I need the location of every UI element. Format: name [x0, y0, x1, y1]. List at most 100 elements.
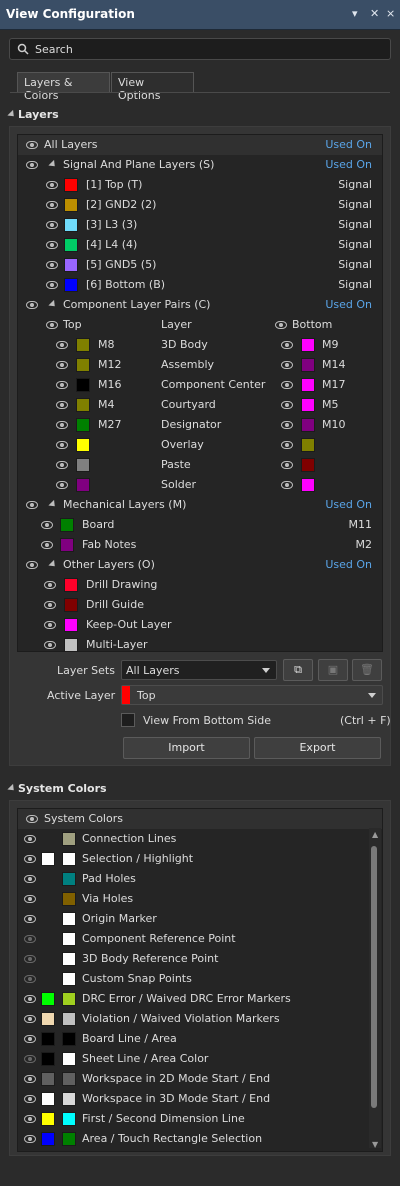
used-on-header[interactable]: Used On — [325, 558, 372, 571]
primary-color-swatch[interactable] — [41, 992, 55, 1006]
top-color-swatch[interactable] — [76, 378, 90, 392]
expand-icon[interactable] — [48, 159, 58, 170]
secondary-color-swatch[interactable] — [62, 972, 76, 986]
eye-icon[interactable] — [56, 421, 68, 429]
system-color-row[interactable]: Custom Snap Points — [18, 969, 368, 989]
signal-layer-row[interactable]: [5] GND5 (5) Signal — [18, 255, 382, 275]
eye-icon[interactable] — [46, 181, 58, 189]
eye-icon[interactable] — [56, 341, 68, 349]
layer-color-swatch[interactable] — [64, 178, 78, 192]
used-on-header[interactable]: Used On — [325, 298, 372, 311]
eye-icon[interactable] — [56, 401, 68, 409]
eye-icon[interactable] — [26, 815, 38, 823]
secondary-color-swatch[interactable] — [62, 892, 76, 906]
system-color-row[interactable]: Violation / Waived Violation Markers — [18, 1009, 368, 1029]
eye-hidden-icon[interactable] — [24, 975, 36, 983]
primary-color-swatch[interactable] — [41, 1072, 55, 1086]
layer-color-swatch[interactable] — [64, 598, 78, 612]
signal-layer-row[interactable]: [1] Top (T) Signal — [18, 175, 382, 195]
add-layer-set-button[interactable]: ⧉ — [283, 659, 313, 681]
eye-icon[interactable] — [24, 1035, 36, 1043]
eye-icon[interactable] — [24, 1015, 36, 1023]
bottom-color-swatch[interactable] — [301, 398, 315, 412]
system-color-row[interactable]: Connection Lines — [18, 829, 368, 849]
expand-icon[interactable] — [48, 499, 58, 510]
expand-icon[interactable] — [48, 299, 58, 310]
secondary-color-swatch[interactable] — [62, 932, 76, 946]
secondary-color-swatch[interactable] — [62, 1092, 76, 1106]
delete-layer-set-button[interactable]: 🗑 — [352, 659, 382, 681]
system-color-row[interactable]: Pad Holes — [18, 869, 368, 889]
secondary-color-swatch[interactable] — [62, 1052, 76, 1066]
eye-icon[interactable] — [56, 481, 68, 489]
eye-icon[interactable] — [24, 995, 36, 1003]
eye-icon[interactable] — [41, 521, 53, 529]
layer-sets-dropdown[interactable]: All Layers — [121, 660, 277, 680]
top-color-swatch[interactable] — [76, 438, 90, 452]
export-button[interactable]: Export — [254, 737, 381, 759]
secondary-color-swatch[interactable] — [62, 1032, 76, 1046]
close-icon[interactable]: ⨯ — [386, 7, 395, 20]
eye-icon[interactable] — [24, 1135, 36, 1143]
save-layer-set-button[interactable]: ▣ — [318, 659, 348, 681]
eye-icon[interactable] — [56, 461, 68, 469]
used-on-header[interactable]: Used On — [325, 498, 372, 511]
top-color-swatch[interactable] — [76, 398, 90, 412]
secondary-color-swatch[interactable] — [62, 992, 76, 1006]
bottom-color-swatch[interactable] — [301, 378, 315, 392]
layer-color-swatch[interactable] — [64, 638, 78, 652]
eye-icon[interactable] — [24, 1115, 36, 1123]
eye-icon[interactable] — [281, 421, 293, 429]
eye-icon[interactable] — [56, 361, 68, 369]
bottom-color-swatch[interactable] — [301, 358, 315, 372]
secondary-color-swatch[interactable] — [62, 912, 76, 926]
top-color-swatch[interactable] — [76, 458, 90, 472]
bottom-color-swatch[interactable] — [301, 458, 315, 472]
signal-layer-row[interactable]: [6] Bottom (B) Signal — [18, 275, 382, 295]
other-group-row[interactable]: Other Layers (O) Used On — [18, 555, 382, 575]
eye-icon[interactable] — [281, 461, 293, 469]
scroll-down-icon[interactable]: ▼ — [372, 1140, 378, 1149]
layer-color-swatch[interactable] — [64, 218, 78, 232]
eye-icon[interactable] — [281, 341, 293, 349]
scroll-up-icon[interactable]: ▲ — [372, 830, 378, 839]
tab-layers-colors[interactable]: Layers & Colors — [17, 72, 110, 102]
eye-icon[interactable] — [24, 895, 36, 903]
used-on-header[interactable]: Used On — [325, 158, 372, 171]
component-pair-row[interactable]: M4 Courtyard M5 — [18, 395, 382, 415]
eye-icon[interactable] — [281, 481, 293, 489]
layer-color-swatch[interactable] — [64, 258, 78, 272]
eye-icon[interactable] — [24, 855, 36, 863]
system-color-row[interactable]: Component Reference Point — [18, 929, 368, 949]
primary-color-swatch[interactable] — [41, 1012, 55, 1026]
eye-icon[interactable] — [26, 161, 38, 169]
system-color-row[interactable]: Workspace in 3D Mode Start / End — [18, 1089, 368, 1109]
collapse-system-icon[interactable] — [7, 783, 17, 794]
mechanical-layer-row[interactable]: Board M11 — [18, 515, 382, 535]
primary-color-swatch[interactable] — [41, 852, 55, 866]
collapse-layers-icon[interactable] — [7, 109, 17, 120]
eye-icon[interactable] — [281, 441, 293, 449]
top-color-swatch[interactable] — [76, 358, 90, 372]
other-layer-row[interactable]: Drill Guide — [18, 595, 382, 615]
component-group-row[interactable]: Component Layer Pairs (C) Used On — [18, 295, 382, 315]
layer-color-swatch[interactable] — [64, 278, 78, 292]
system-colors-header[interactable]: System Colors — [18, 809, 382, 829]
primary-color-swatch[interactable] — [41, 1032, 55, 1046]
signal-layer-row[interactable]: [2] GND2 (2) Signal — [18, 195, 382, 215]
layer-color-swatch[interactable] — [64, 618, 78, 632]
eye-icon[interactable] — [46, 321, 58, 329]
signal-layer-row[interactable]: [3] L3 (3) Signal — [18, 215, 382, 235]
search-input[interactable]: Search — [9, 38, 391, 60]
layer-color-swatch[interactable] — [64, 578, 78, 592]
layer-color-swatch[interactable] — [64, 198, 78, 212]
component-pair-row[interactable]: M12 Assembly M14 — [18, 355, 382, 375]
mechanical-layer-row[interactable]: Fab Notes M2 — [18, 535, 382, 555]
system-color-row[interactable]: First / Second Dimension Line — [18, 1109, 368, 1129]
mechanical-group-row[interactable]: Mechanical Layers (M) Used On — [18, 495, 382, 515]
eye-hidden-icon[interactable] — [24, 1055, 36, 1063]
top-color-swatch[interactable] — [76, 338, 90, 352]
eye-icon[interactable] — [26, 141, 38, 149]
system-color-row[interactable]: Selection / Highlight — [18, 849, 368, 869]
system-color-row[interactable]: Area / Touch Rectangle Selection — [18, 1129, 368, 1149]
